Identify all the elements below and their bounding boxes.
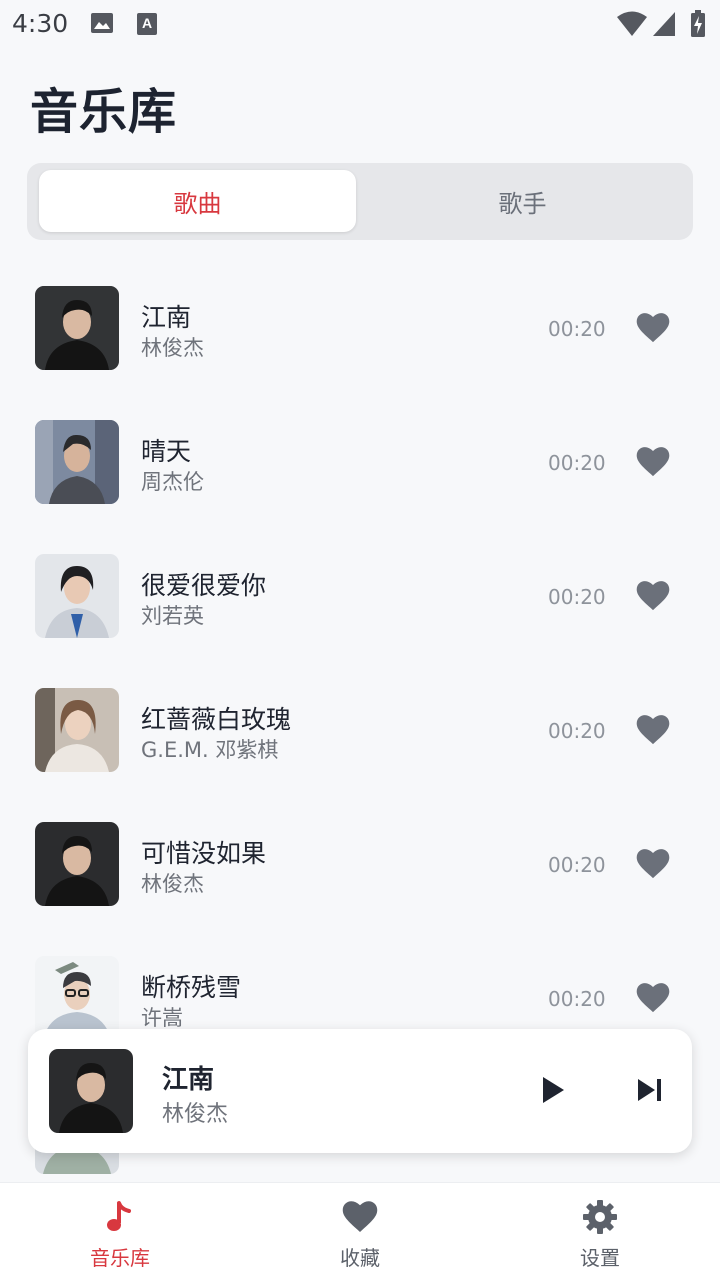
nav-label: 收藏 bbox=[340, 1246, 380, 1270]
page-title: 音乐库 bbox=[30, 84, 178, 140]
now-playing-title: 江南 bbox=[162, 1065, 215, 1095]
song-artist: 刘若英 bbox=[141, 604, 204, 628]
now-playing-artist: 林俊杰 bbox=[162, 1102, 229, 1127]
song-title: 可惜没如果 bbox=[141, 839, 267, 868]
music-library-screen: 4:30 A 音乐库 歌曲 歌手 江南 林俊杰 00:20 晴天 周杰伦 00:… bbox=[0, 0, 720, 1280]
album-cover bbox=[35, 956, 119, 1040]
song-title: 很爱很爱你 bbox=[141, 571, 267, 600]
song-artist: 林俊杰 bbox=[141, 872, 204, 896]
song-artist: G.E.M. 邓紫棋 bbox=[141, 738, 279, 762]
favorite-heart-icon[interactable] bbox=[636, 848, 670, 880]
favorite-heart-icon[interactable] bbox=[636, 580, 670, 612]
gear-icon bbox=[583, 1200, 617, 1234]
song-duration: 00:20 bbox=[548, 853, 606, 877]
status-time: 4:30 bbox=[12, 9, 69, 38]
album-cover bbox=[35, 286, 119, 370]
song-row[interactable]: 可惜没如果 林俊杰 00:20 bbox=[0, 806, 720, 940]
album-cover bbox=[35, 688, 119, 772]
song-artist: 周杰伦 bbox=[141, 470, 204, 494]
battery-charging-icon bbox=[691, 10, 705, 37]
play-icon[interactable] bbox=[540, 1075, 566, 1105]
a-badge-icon: A bbox=[137, 13, 157, 35]
song-duration: 00:20 bbox=[548, 987, 606, 1011]
song-row[interactable]: 很爱很爱你 刘若英 00:20 bbox=[0, 538, 720, 672]
signal-icon bbox=[653, 12, 675, 36]
song-artist: 林俊杰 bbox=[141, 336, 204, 360]
nav-favorites[interactable]: 收藏 bbox=[240, 1183, 480, 1280]
favorite-heart-icon[interactable] bbox=[636, 446, 670, 478]
song-row[interactable]: 江南 林俊杰 00:20 bbox=[0, 270, 720, 404]
album-cover bbox=[35, 554, 119, 638]
nav-label: 设置 bbox=[580, 1246, 620, 1270]
heart-icon bbox=[342, 1201, 378, 1232]
favorite-heart-icon[interactable] bbox=[636, 714, 670, 746]
song-title: 红蔷薇白玫瑰 bbox=[141, 705, 292, 734]
favorite-heart-icon[interactable] bbox=[636, 982, 670, 1014]
skip-next-icon[interactable] bbox=[636, 1077, 664, 1103]
now-playing-bar[interactable]: 江南 林俊杰 bbox=[28, 1029, 692, 1153]
now-playing-cover bbox=[49, 1049, 133, 1133]
song-title: 晴天 bbox=[141, 437, 192, 466]
album-cover bbox=[35, 822, 119, 906]
favorite-heart-icon[interactable] bbox=[636, 312, 670, 344]
nav-settings[interactable]: 设置 bbox=[480, 1183, 720, 1280]
song-artist: 许嵩 bbox=[141, 1006, 183, 1030]
song-row[interactable]: 红蔷薇白玫瑰 G.E.M. 邓紫棋 00:20 bbox=[0, 672, 720, 806]
tab-songs[interactable]: 歌曲 bbox=[39, 170, 356, 232]
song-artist-segment: 歌曲 歌手 bbox=[27, 163, 693, 240]
bottom-nav: 音乐库 收藏 设置 bbox=[0, 1182, 720, 1280]
svg-text:A: A bbox=[142, 15, 152, 31]
status-bar: 4:30 A bbox=[0, 0, 720, 50]
song-duration: 00:20 bbox=[548, 317, 606, 341]
nav-label: 音乐库 bbox=[90, 1246, 150, 1270]
song-duration: 00:20 bbox=[548, 451, 606, 475]
song-row[interactable]: 晴天 周杰伦 00:20 bbox=[0, 404, 720, 538]
music-note-icon bbox=[107, 1201, 131, 1231]
gallery-icon bbox=[91, 13, 113, 33]
nav-music-library[interactable]: 音乐库 bbox=[0, 1183, 240, 1280]
song-title: 江南 bbox=[141, 303, 192, 332]
song-title: 断桥残雪 bbox=[141, 973, 242, 1002]
song-duration: 00:20 bbox=[548, 585, 606, 609]
wifi-icon bbox=[617, 11, 647, 36]
tab-artists[interactable]: 歌手 bbox=[364, 170, 681, 232]
album-cover bbox=[35, 420, 119, 504]
song-duration: 00:20 bbox=[548, 719, 606, 743]
